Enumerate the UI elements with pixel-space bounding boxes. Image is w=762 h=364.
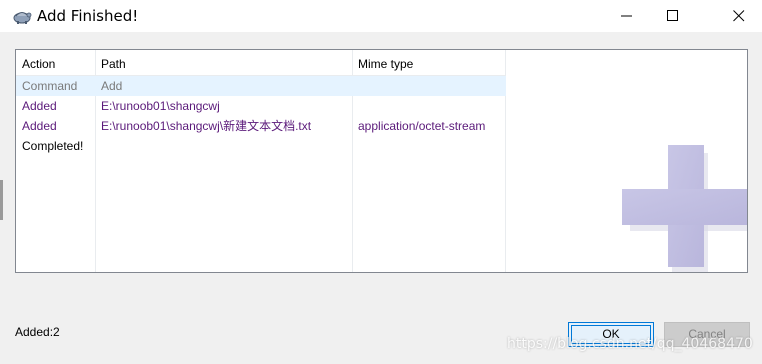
maximize-button[interactable] [650, 0, 696, 32]
watermark: https://blog.csdn.net/qq_40468470 [507, 336, 753, 352]
add-plus-icon [622, 145, 747, 272]
row-action: Command [22, 79, 78, 93]
maximize-icon [667, 10, 678, 21]
window-edge [0, 180, 3, 220]
log-row[interactable]: Command Add [16, 76, 506, 96]
column-header-mime-type[interactable]: Mime type [358, 54, 413, 74]
status-text: Added:2 [15, 325, 60, 339]
minimize-button[interactable] [604, 0, 650, 32]
log-row[interactable]: Completed! [16, 136, 506, 156]
row-mime-type: application/octet-stream [358, 119, 486, 133]
window-title: Add Finished! [37, 7, 139, 25]
close-icon [733, 10, 745, 22]
row-path: E:\runoob01\shangcwj\新建文本文档.txt [101, 119, 312, 133]
title-bar: Add Finished! [0, 0, 762, 32]
log-row[interactable]: Added E:\runoob01\shangcwj\新建文本文档.txt ap… [16, 116, 506, 136]
row-action: Completed! [22, 139, 84, 153]
row-path: Add [101, 79, 123, 93]
action-log-list[interactable]: Action Path Mime type Command Add Added … [15, 49, 748, 273]
row-action: Added [22, 119, 57, 133]
column-header-action[interactable]: Action [22, 54, 55, 74]
row-action: Added [22, 99, 57, 113]
tortoise-app-icon [13, 12, 32, 24]
log-row[interactable]: Added E:\runoob01\shangcwj [16, 96, 506, 116]
row-path: E:\runoob01\shangcwj [101, 99, 220, 113]
minimize-icon [621, 15, 632, 17]
column-header-path[interactable]: Path [101, 54, 126, 74]
close-button[interactable] [716, 0, 762, 32]
